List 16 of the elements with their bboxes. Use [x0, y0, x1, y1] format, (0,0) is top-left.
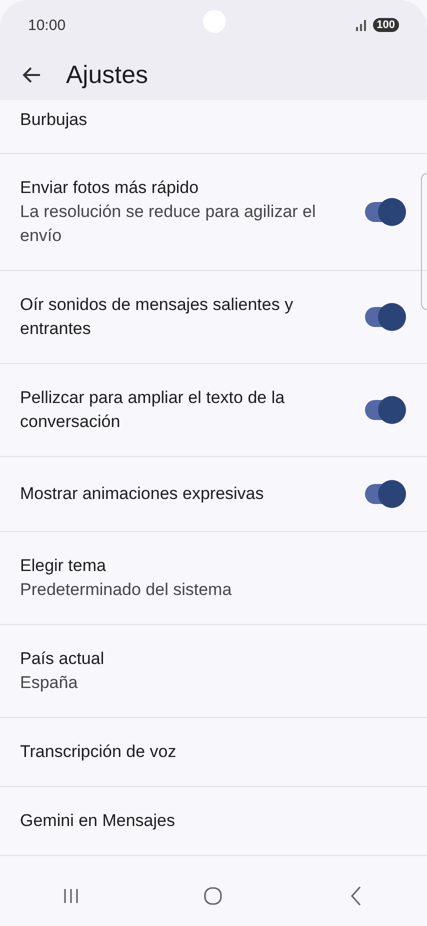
setting-title[interactable]: Gemini en Mensajes: [20, 809, 407, 833]
setting-title[interactable]: Mostrar animaciones expresivas: [20, 482, 345, 506]
signal-icon: [354, 19, 369, 31]
setting-title[interactable]: Pellizcar para ampliar el texto de la conversación: [20, 386, 345, 434]
setting-title[interactable]: Oír sonidos de mensajes salientes y entrantes: [20, 293, 345, 341]
status-time: 10:00: [28, 16, 66, 34]
setting-title[interactable]: País actual: [20, 647, 407, 671]
battery-level: 100: [372, 18, 399, 32]
setting-title[interactable]: Burbujas: [20, 108, 407, 132]
page-title: Ajustes: [66, 60, 148, 90]
setting-title[interactable]: Enviar fotos más rápido: [20, 176, 345, 200]
setting-title[interactable]: Transcripción de voz: [20, 740, 407, 764]
setting-summary: La resolución se reduce para agilizar el envío: [20, 201, 317, 247]
setting-summary: España: [20, 672, 79, 694]
setting-summary: Predeterminado del sistema: [20, 579, 233, 601]
setting-title[interactable]: Elegir tema: [20, 554, 407, 578]
